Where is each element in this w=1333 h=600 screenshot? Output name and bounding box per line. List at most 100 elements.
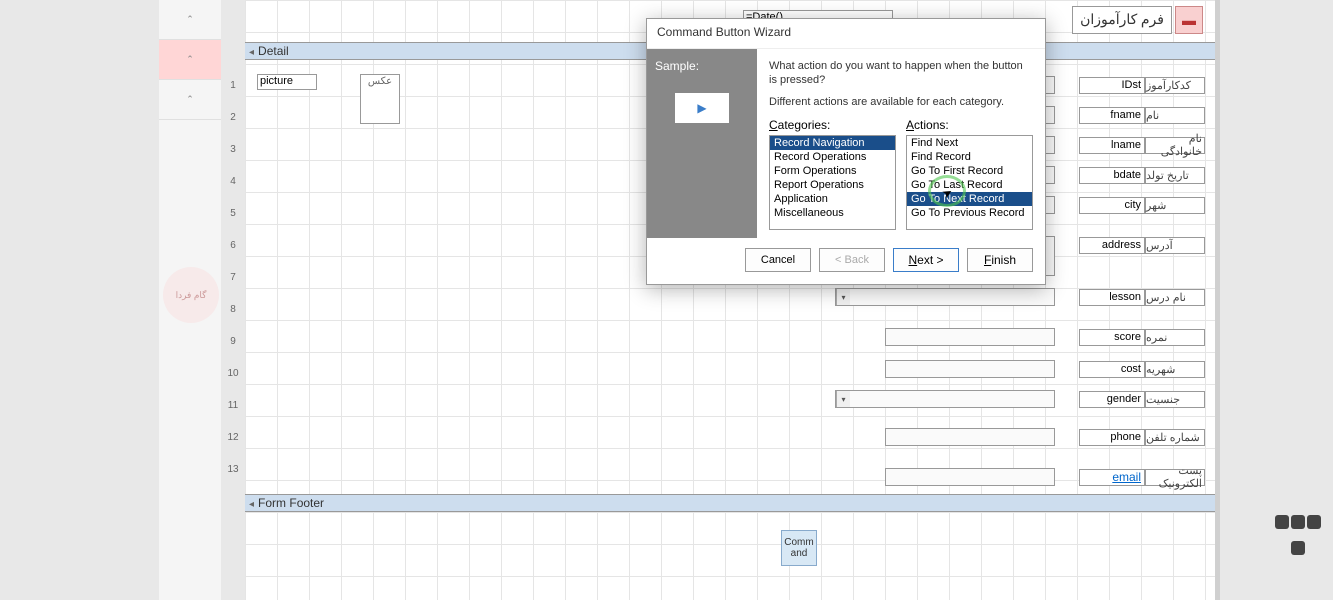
sample-panel: Sample: [647,49,757,238]
form-footer-band-header[interactable]: Form Footer [245,494,1215,512]
finish-button[interactable]: Finish [967,248,1033,272]
picture-label[interactable]: picture [257,74,317,90]
field-caption-fa[interactable]: نام درس [1145,289,1205,306]
field-caption-fa[interactable]: شماره تلفن [1145,429,1205,446]
list-item[interactable]: Go To Last Record [907,178,1032,192]
field-label[interactable]: city [1079,197,1145,214]
ruler-mark: 1 [225,80,241,91]
field-row-address: addressآدرس [1073,236,1205,254]
field-caption-fa[interactable]: آدرس [1145,237,1205,254]
field-caption-fa[interactable]: نمره [1145,329,1205,346]
field-row-bdate: bdateتاریخ تولد [1073,166,1205,184]
field-caption-fa[interactable]: کدکارآموز [1145,77,1205,94]
band-label: Detail [258,44,289,58]
back-button: < Back [819,248,885,272]
field-row-email: emailپست الکترونیک [1073,468,1205,486]
ruler-mark: 5 [225,208,241,219]
ruler-mark: 12 [225,432,241,443]
categories-label: Categories: [769,118,896,132]
textbox[interactable] [885,328,1055,346]
field-row-lesson: lessonنام درس [1073,288,1205,306]
field-row-fname: fnameنام [1073,106,1205,124]
list-item[interactable]: Miscellaneous [770,206,895,220]
cursor-icon [942,185,956,199]
minimap-item[interactable]: ⌃ [159,0,221,40]
actions-listbox[interactable]: Find NextFind RecordGo To First RecordGo… [906,135,1033,230]
minimap-item[interactable]: ⌃ [159,80,221,120]
field-row-city: cityشهر [1073,196,1205,214]
field-row-phone: phoneشماره تلفن [1073,428,1205,446]
field-caption-fa[interactable]: شهر [1145,197,1205,214]
field-row-score: scoreنمره [1073,328,1205,346]
field-label[interactable]: lesson [1079,289,1145,306]
field-row-cost: costشهریه [1073,360,1205,378]
field-label[interactable]: fname [1079,107,1145,124]
list-item[interactable]: Find Next [907,136,1032,150]
field-label[interactable]: address [1079,237,1145,254]
field-label[interactable]: IDst [1079,77,1145,94]
sample-play-icon [675,93,729,123]
ruler-mark: 11 [225,400,241,411]
wizard-question: What action do you want to happen when t… [769,59,1033,88]
command-button[interactable]: Command [781,530,817,566]
field-label[interactable]: gender [1079,391,1145,408]
minimap-item[interactable]: ⌃ [159,40,221,80]
ruler-mark: 9 [225,336,241,347]
ruler-mark: 6 [225,240,241,251]
ruler-mark: 2 [225,112,241,123]
textbox[interactable] [885,468,1055,486]
ruler-mark: 8 [225,304,241,315]
chevron-down-icon[interactable]: ▾ [836,289,850,305]
field-caption-fa[interactable]: جنسیت [1145,391,1205,408]
cancel-button[interactable]: Cancel [745,248,811,272]
list-item[interactable]: Record Operations [770,150,895,164]
field-label[interactable]: lname [1079,137,1145,154]
textbox[interactable] [885,360,1055,378]
chevron-down-icon[interactable]: ▾ [836,391,850,407]
ruler-mark: 7 [225,272,241,283]
form-title-label[interactable]: فرم کارآموزان [1072,6,1172,34]
command-button-wizard-dialog: Command Button Wizard Sample: What actio… [646,18,1046,285]
list-item[interactable]: Report Operations [770,178,895,192]
categories-listbox[interactable]: Record NavigationRecord OperationsForm O… [769,135,896,230]
field-label[interactable]: bdate [1079,167,1145,184]
combobox[interactable]: ▾ [835,288,1055,306]
field-label[interactable]: email [1079,469,1145,486]
list-item[interactable]: Go To First Record [907,164,1032,178]
list-item[interactable]: Go To Next Record [907,192,1032,206]
list-item[interactable]: Form Operations [770,164,895,178]
field-caption-fa[interactable]: تاریخ تولد [1145,167,1205,184]
dialog-title: Command Button Wizard [647,19,1045,49]
list-item[interactable]: Record Navigation [770,136,895,150]
combobox[interactable]: ▾ [835,390,1055,408]
watermark-logo: گام فردا [163,267,219,323]
field-caption-fa[interactable]: پست الکترونیک [1145,469,1205,486]
collapse-icon [249,44,258,58]
sample-label: Sample: [655,59,699,73]
design-edge [1215,0,1220,600]
field-caption-fa[interactable]: شهریه [1145,361,1205,378]
actions-label: Actions: [906,118,1033,132]
field-row-gender: genderجنسیت [1073,390,1205,408]
next-button[interactable]: Next > [893,248,959,272]
field-caption-fa[interactable]: نام خانوادگی [1145,137,1205,154]
field-label[interactable]: phone [1079,429,1145,446]
picture-control[interactable]: عکس [360,74,400,124]
field-label[interactable]: score [1079,329,1145,346]
field-label[interactable]: cost [1079,361,1145,378]
list-item[interactable]: Go To Previous Record [907,206,1032,220]
band-label: Form Footer [258,496,324,510]
list-item[interactable]: Find Record [907,150,1032,164]
ruler-mark: 3 [225,144,241,155]
wizard-note: Different actions are available for each… [769,96,1033,108]
field-row-IDst: IDstکدکارآموز [1073,76,1205,94]
field-caption-fa[interactable]: نام [1145,107,1205,124]
ruler-mark: 10 [225,368,241,379]
list-item[interactable]: Application [770,192,895,206]
app-menu-icon[interactable] [1273,510,1323,560]
textbox[interactable] [885,428,1055,446]
form-logo-icon[interactable] [1175,6,1203,34]
form-footer-section: Command [245,512,1215,600]
collapse-icon [249,496,258,510]
ruler-mark: 4 [225,176,241,187]
